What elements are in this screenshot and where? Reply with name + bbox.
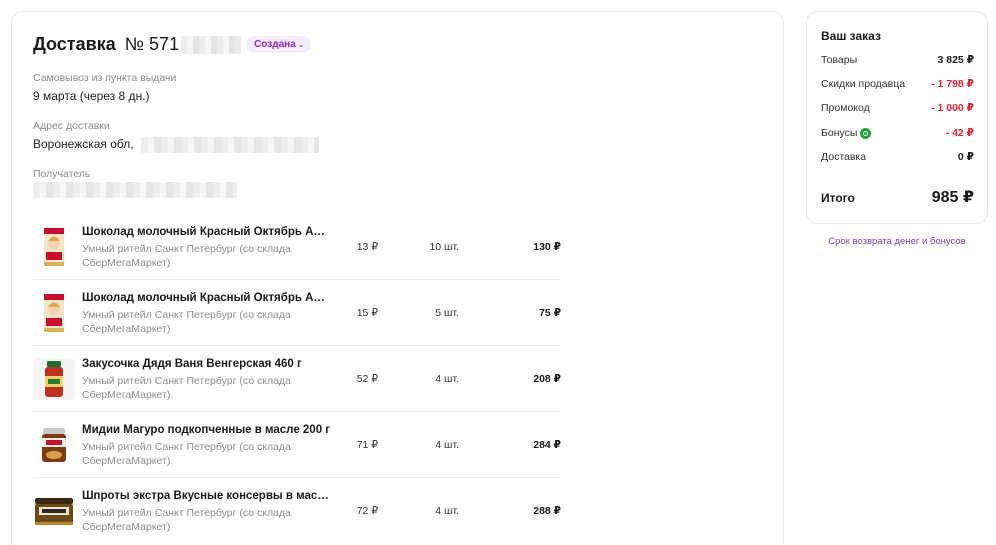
product-name[interactable]: Закусочка Дядя Ваня Венгерская 460 г bbox=[82, 358, 332, 370]
summary-row-seller-discount: Скидки продавца - 1 798 ₽ bbox=[821, 78, 974, 90]
product-image-chocolate[interactable] bbox=[33, 226, 75, 268]
promo-value: - 1 000 ₽ bbox=[931, 102, 974, 114]
address-text: Воронежская обл, bbox=[33, 137, 134, 152]
chevron-down-icon: ⌄ bbox=[297, 39, 305, 49]
product-quantity: 4 шт. bbox=[435, 505, 459, 517]
sber-bonus-icon[interactable] bbox=[860, 127, 872, 139]
product-total: 284 ₽ bbox=[533, 439, 561, 451]
total-label: Итого bbox=[821, 191, 855, 205]
status-label: Создана bbox=[254, 39, 296, 50]
order-header: Доставка № 571 Создана ⌄ bbox=[33, 34, 312, 55]
product-image-jar-sauce[interactable] bbox=[33, 358, 75, 400]
product-quantity: 5 шт. bbox=[435, 307, 459, 319]
product-seller: Умный ритейл Санкт Петербург (со склада … bbox=[82, 375, 291, 401]
order-card: Доставка № 571 Создана ⌄ Самовывоз из пу… bbox=[11, 11, 784, 545]
product-quantity: 4 шт. bbox=[435, 373, 459, 385]
recipient-label: Получатель bbox=[33, 168, 91, 180]
refund-period-link[interactable]: Срок возврата денег и бонусов bbox=[806, 236, 988, 247]
summary-row-goods: Товары 3 825 ₽ bbox=[821, 54, 974, 66]
product-image-can-mussels[interactable] bbox=[33, 424, 75, 466]
product-price: 71 ₽ bbox=[356, 439, 378, 451]
bonus-value: - 42 ₽ bbox=[945, 127, 974, 139]
product-seller: Умный ритейл Санкт Петербург (со склада … bbox=[82, 243, 291, 269]
delivery-value: 0 ₽ bbox=[957, 151, 974, 163]
total-value: 985 ₽ bbox=[931, 189, 974, 206]
status-badge[interactable]: Создана ⌄ bbox=[246, 36, 312, 53]
summary-row-promo: Промокод - 1 000 ₽ bbox=[821, 102, 974, 114]
address-label: Адрес доставки bbox=[33, 120, 110, 132]
order-number: № 571 bbox=[124, 34, 180, 54]
goods-label: Товары bbox=[821, 54, 858, 66]
order-summary-card: Ваш заказ Товары 3 825 ₽ Скидки продавца… bbox=[806, 11, 988, 224]
order-items-list: Шоколад молочный Красный Октябрь Аленка … bbox=[33, 214, 561, 544]
product-name[interactable]: Шоколад молочный Красный Октябрь Аленка … bbox=[82, 226, 332, 238]
product-name[interactable]: Шпроты экстра Вкусные консервы в масле 2… bbox=[82, 490, 332, 502]
bonus-label: Бонусы bbox=[821, 127, 858, 139]
pickup-label: Самовывоз из пункта выдачи bbox=[33, 72, 177, 84]
product-total: 130 ₽ bbox=[533, 241, 561, 253]
list-item[interactable]: Шоколад молочный Красный Октябрь Аленка … bbox=[33, 214, 561, 280]
product-image-can-sprats[interactable] bbox=[33, 490, 75, 532]
product-total: 288 ₽ bbox=[533, 505, 561, 517]
summary-row-delivery: Доставка 0 ₽ bbox=[821, 151, 974, 163]
product-quantity: 4 шт. bbox=[435, 439, 459, 451]
order-title: Доставка bbox=[33, 34, 116, 54]
bonus-label-wrap: Бонусы bbox=[821, 127, 872, 139]
product-total: 208 ₽ bbox=[533, 373, 561, 385]
product-seller: Умный ритейл Санкт Петербург (со склада … bbox=[82, 309, 291, 335]
order-number-redacted bbox=[181, 35, 242, 54]
recipient-value bbox=[33, 182, 237, 198]
summary-title: Ваш заказ bbox=[821, 29, 881, 43]
list-item[interactable]: Закусочка Дядя Ваня Венгерская 460 г Умн… bbox=[33, 346, 561, 412]
recipient-redacted bbox=[33, 182, 237, 198]
product-price: 13 ₽ bbox=[356, 241, 378, 253]
list-item[interactable]: Мидии Магуро подкопченные в масле 200 г … bbox=[33, 412, 561, 478]
summary-row-bonus: Бонусы - 42 ₽ bbox=[821, 127, 974, 139]
product-price: 72 ₽ bbox=[356, 505, 378, 517]
product-price: 52 ₽ bbox=[356, 373, 378, 385]
product-price: 15 ₽ bbox=[356, 307, 378, 319]
address-value: Воронежская обл, bbox=[33, 137, 319, 153]
seller-discount-label: Скидки продавца bbox=[821, 78, 906, 90]
delivery-label: Доставка bbox=[821, 151, 867, 163]
product-seller: Умный ритейл Санкт Петербург (со склада … bbox=[82, 507, 291, 533]
summary-total: Итого 985 ₽ bbox=[821, 187, 974, 207]
list-item[interactable]: Шпроты экстра Вкусные консервы в масле 2… bbox=[33, 478, 561, 544]
product-quantity: 10 шт. bbox=[429, 241, 459, 253]
list-item[interactable]: Шоколад молочный Красный Октябрь Аленка … bbox=[33, 280, 561, 346]
product-name[interactable]: Мидии Магуро подкопченные в масле 200 г bbox=[82, 424, 332, 436]
product-total: 75 ₽ bbox=[539, 307, 561, 319]
pickup-date: 9 марта (через 8 дн.) bbox=[33, 89, 150, 103]
goods-value: 3 825 ₽ bbox=[937, 54, 975, 66]
address-redacted bbox=[140, 137, 319, 153]
product-name[interactable]: Шоколад молочный Красный Октябрь Аленка … bbox=[82, 292, 332, 304]
product-seller: Умный ритейл Санкт Петербург (со склада … bbox=[82, 441, 291, 467]
promo-label: Промокод bbox=[821, 102, 870, 114]
seller-discount-value: - 1 798 ₽ bbox=[931, 78, 974, 90]
product-image-chocolate[interactable] bbox=[33, 292, 75, 334]
